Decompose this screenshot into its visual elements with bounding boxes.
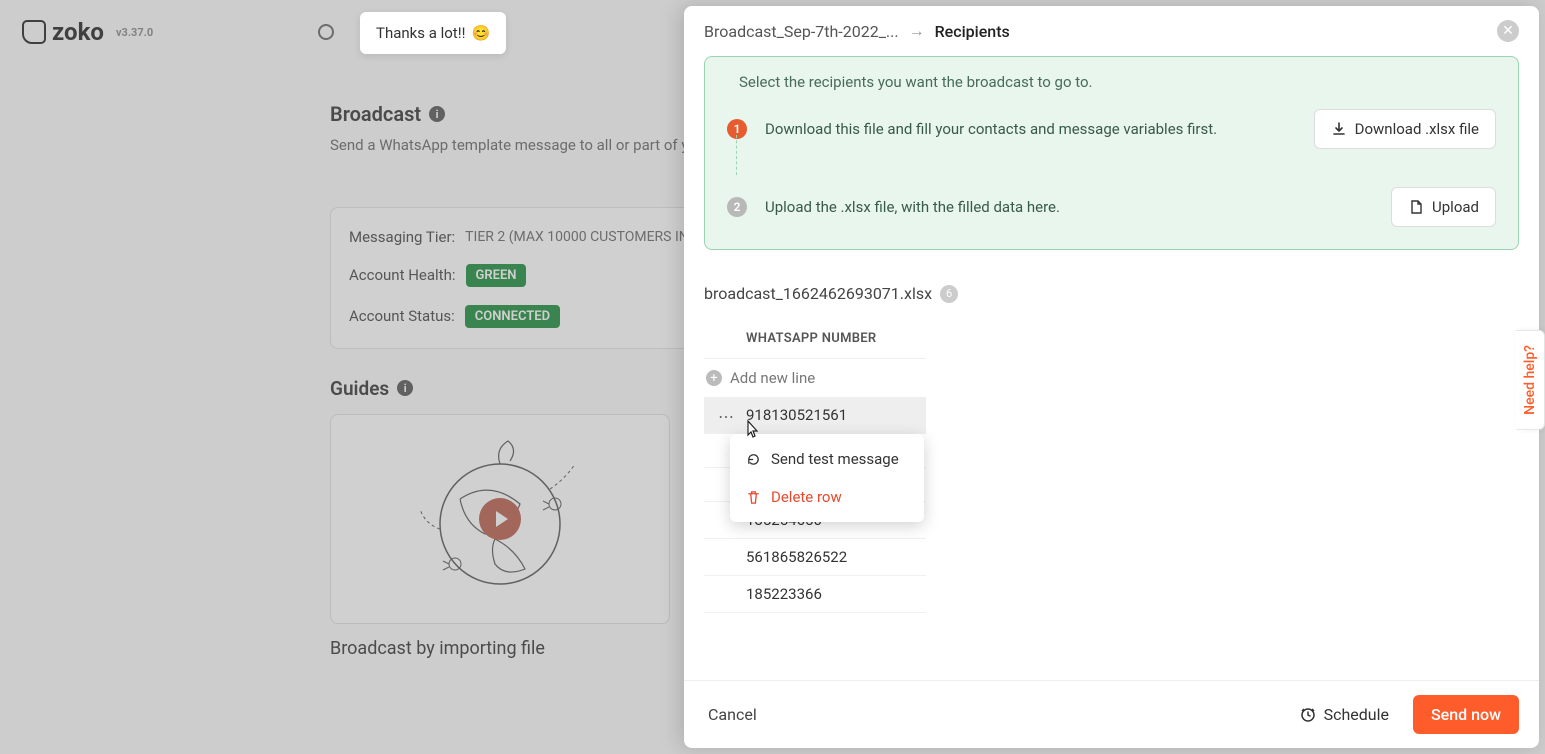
step-2-badge: 2: [727, 197, 747, 217]
row-menu-icon[interactable]: ⋯: [718, 407, 735, 426]
download-btn-label: Download .xlsx file: [1355, 120, 1479, 138]
clock-icon: [1300, 707, 1316, 723]
delete-row-item[interactable]: Delete row: [730, 478, 924, 516]
table-row[interactable]: ⋯ 918130521561: [704, 397, 926, 434]
recipients-panel: Broadcast_Sep-7th-2022_... → Recipients …: [684, 6, 1539, 748]
table-row[interactable]: 561865826522: [704, 539, 926, 576]
trash-icon: [746, 490, 761, 505]
column-header-whatsapp: WHATSAPP NUMBER: [704, 319, 926, 359]
need-help-tab[interactable]: Need help?: [1516, 330, 1545, 430]
toast-emoji: 😊: [471, 24, 490, 42]
cursor-pointer: [742, 418, 762, 442]
download-xlsx-button[interactable]: Download .xlsx file: [1314, 109, 1496, 149]
upload-instructions: Select the recipients you want the broad…: [704, 56, 1519, 250]
send-icon: [746, 452, 761, 467]
table-row[interactable]: 185223366: [704, 576, 926, 613]
upload-button[interactable]: Upload: [1391, 187, 1496, 227]
file-icon: [1408, 199, 1424, 215]
toast-notification: Thanks a lot!! 😊: [360, 12, 506, 54]
breadcrumb-root[interactable]: Broadcast_Sep-7th-2022_...: [704, 22, 899, 41]
cancel-button[interactable]: Cancel: [704, 697, 761, 732]
schedule-label: Schedule: [1324, 705, 1389, 724]
breadcrumb-current: Recipients: [935, 22, 1010, 41]
instructions-hint: Select the recipients you want the broad…: [739, 73, 1496, 91]
cell-number: 561865826522: [746, 548, 847, 566]
plus-icon: +: [706, 370, 722, 386]
toast-text: Thanks a lot!!: [376, 24, 465, 42]
row-context-menu: Send test message Delete row: [730, 434, 924, 522]
row-count-badge: 6: [940, 285, 958, 303]
cell-number: 185223366: [746, 585, 822, 603]
download-icon: [1331, 121, 1347, 137]
panel-footer: Cancel Schedule Send now: [684, 680, 1539, 748]
delete-row-label: Delete row: [771, 488, 842, 506]
uploaded-file-name: broadcast_1662462693071.xlsx: [704, 284, 932, 303]
upload-btn-label: Upload: [1432, 198, 1479, 216]
panel-header: Broadcast_Sep-7th-2022_... → Recipients …: [684, 6, 1539, 56]
send-test-label: Send test message: [771, 450, 899, 468]
send-test-message-item[interactable]: Send test message: [730, 440, 924, 478]
step-1-badge: 1: [727, 119, 747, 139]
schedule-button[interactable]: Schedule: [1288, 697, 1401, 732]
send-now-button[interactable]: Send now: [1413, 695, 1519, 734]
close-icon[interactable]: ✕: [1497, 20, 1519, 42]
chevron-right-icon: →: [909, 21, 925, 41]
uploaded-file-row: broadcast_1662462693071.xlsx 6: [704, 284, 1519, 303]
step-1-text: Download this file and fill your contact…: [765, 120, 1296, 138]
add-line-label: Add new line: [730, 369, 815, 387]
add-new-line[interactable]: + Add new line: [704, 359, 926, 397]
step-2-text: Upload the .xlsx file, with the filled d…: [765, 198, 1373, 216]
